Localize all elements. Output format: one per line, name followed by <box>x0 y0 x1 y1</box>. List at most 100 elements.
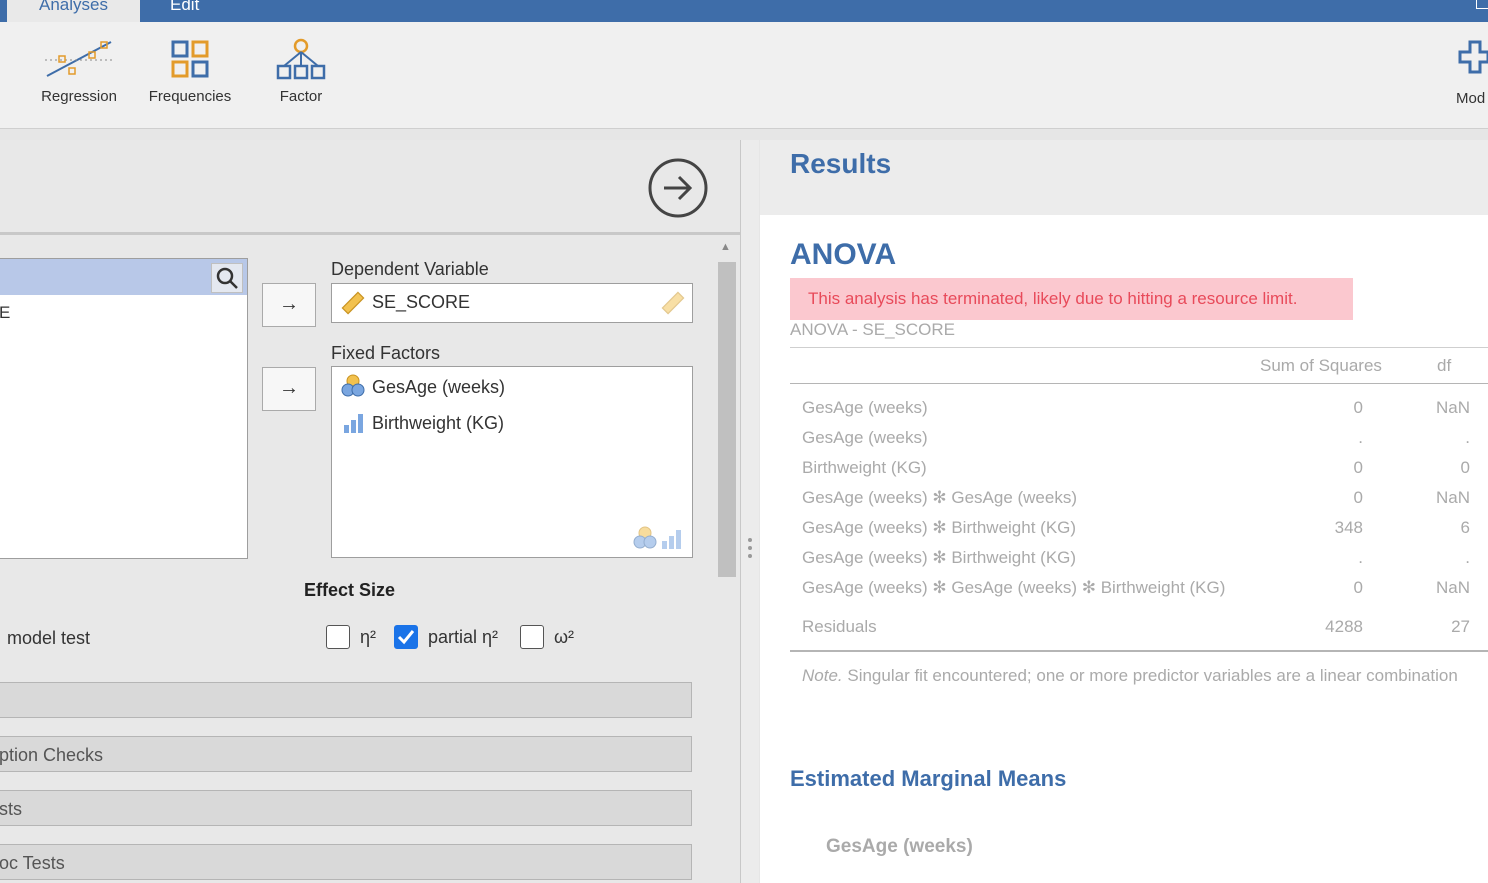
eta-squared-label: η² <box>360 627 377 647</box>
ordinal-icon <box>344 414 363 433</box>
table-header-rule <box>790 383 1488 384</box>
section-model[interactable] <box>0 682 692 718</box>
table-note: Note. Singular fit encountered; one or m… <box>802 666 1458 686</box>
row-term: Residuals <box>802 617 877 636</box>
table-top-rule <box>790 347 1488 348</box>
checkmark-icon <box>397 630 415 645</box>
row-df: 0 <box>1460 458 1470 477</box>
row-df: . <box>1465 428 1470 447</box>
factor-button[interactable]: Factor <box>251 38 351 105</box>
note-label: Note. <box>802 666 843 685</box>
eta-squared-checkbox[interactable] <box>326 625 350 649</box>
anova-title: ANOVA <box>790 238 897 271</box>
continuous-ruler-icon <box>341 291 365 315</box>
row-ss: . <box>1358 428 1363 447</box>
omega-squared-label: ω² <box>554 627 575 647</box>
row-term: GesAge (weeks) <box>802 398 928 417</box>
section-assumption-checks[interactable]: ption Checks <box>0 736 692 772</box>
row-term: GesAge (weeks) ✻ Birthweight (KG) <box>802 548 1077 567</box>
fixed-factors-label: Fixed Factors <box>331 343 441 363</box>
row-term: GesAge (weeks) ✻ GesAge (weeks) ✻ Birthw… <box>802 578 1226 597</box>
note-text: Singular fit encountered; one or more pr… <box>842 666 1458 685</box>
nominal-icon <box>341 374 365 397</box>
row-term: GesAge (weeks) ✻ GesAge (weeks) <box>802 488 1078 507</box>
move-to-fixed-factors-button[interactable]: → <box>262 367 316 411</box>
row-term: GesAge (weeks) <box>802 428 928 447</box>
effect-size-title: Effect Size <box>304 580 396 600</box>
table-row: GesAge (weeks) ✻ GesAge (weeks) ✻ Birthw… <box>790 578 1488 608</box>
row-df: . <box>1465 548 1470 567</box>
table-row: GesAge (weeks) ✻ GesAge (weeks) 0 NaN <box>790 488 1488 518</box>
tab-analyses[interactable]: Analyses <box>7 0 140 22</box>
continuous-type-icon <box>661 291 685 315</box>
frequencies-label: Frequencies <box>148 88 232 105</box>
error-message: This analysis has terminated, likely due… <box>790 278 1353 320</box>
table-row: GesAge (weeks) ✻ Birthweight (KG) 348 6 <box>790 518 1488 548</box>
variable-list-header <box>0 259 247 295</box>
table-row: Birthweight (KG) 0 0 <box>790 458 1488 488</box>
row-term: Birthweight (KG) <box>802 458 927 477</box>
dependent-variable-item[interactable]: SE_SCORE <box>372 292 470 313</box>
tab-edit[interactable]: Edit <box>170 0 199 22</box>
panel-splitter[interactable] <box>741 140 759 883</box>
table-row: GesAge (weeks) . . <box>790 428 1488 458</box>
factor-label: Factor <box>279 88 323 105</box>
factor-icon <box>276 38 326 80</box>
row-ss: 0 <box>1353 488 1363 507</box>
ordinal-type-icon <box>662 530 681 549</box>
dependent-variable-box[interactable]: SE_SCORE <box>331 283 693 323</box>
search-button[interactable] <box>211 263 243 293</box>
modules-label: Mod <box>1456 90 1486 107</box>
frequencies-button[interactable]: Frequencies <box>140 38 240 105</box>
results-title: Results <box>790 148 892 179</box>
table-bottom-rule <box>790 650 1488 652</box>
row-df: NaN <box>1435 398 1470 417</box>
panel-divider <box>0 232 740 235</box>
partial-eta-squared-label: partial η² <box>428 627 499 647</box>
regression-button[interactable]: Regression <box>29 38 129 105</box>
variable-item[interactable]: E <box>0 303 10 323</box>
row-ss: 0 <box>1353 458 1363 477</box>
variable-list[interactable]: E <box>0 258 248 559</box>
plus-icon <box>1458 40 1488 74</box>
modules-button[interactable]: Mod <box>1456 38 1488 108</box>
row-ss: 4288 <box>1325 617 1363 636</box>
row-df: NaN <box>1435 578 1470 597</box>
row-df: 27 <box>1451 617 1470 636</box>
menu-bar <box>0 0 1488 22</box>
fixed-factor-item[interactable]: Birthweight (KG) <box>372 413 504 434</box>
arrow-right-circle-icon <box>648 158 708 218</box>
close-panel-button[interactable] <box>648 158 708 218</box>
fixed-factors-box[interactable]: GesAge (weeks) Birthweight (KG) <box>331 366 693 558</box>
section-post-hoc-tests[interactable]: oc Tests <box>0 844 692 880</box>
row-ss: 0 <box>1353 398 1363 417</box>
omega-squared-checkbox[interactable] <box>520 625 544 649</box>
splitter-grip-icon <box>748 538 752 542</box>
header-df: df <box>1437 356 1452 375</box>
row-term: GesAge (weeks) ✻ Birthweight (KG) <box>802 518 1077 537</box>
row-ss: . <box>1358 548 1363 567</box>
table-caption: ANOVA - SE_SCORE <box>790 320 956 339</box>
section-contrasts[interactable]: sts <box>0 790 692 826</box>
move-to-dependent-button[interactable]: → <box>262 283 316 327</box>
scroll-up-icon[interactable]: ▲ <box>720 241 731 253</box>
header-sum-of-squares: Sum of Squares <box>1260 356 1382 375</box>
dependent-variable-label: Dependent Variable <box>331 259 489 279</box>
row-ss: 348 <box>1334 518 1363 537</box>
fixed-factor-item[interactable]: GesAge (weeks) <box>372 377 505 398</box>
partial-eta-squared-checkbox[interactable] <box>394 625 418 649</box>
row-df: 6 <box>1460 518 1470 537</box>
model-test-label: model test <box>7 628 91 648</box>
splitter-grip-icon <box>748 546 752 550</box>
frequencies-icon <box>171 40 209 78</box>
scrollbar-thumb[interactable] <box>718 262 736 577</box>
window-expand-icon[interactable] <box>1476 0 1488 9</box>
search-icon <box>216 267 238 289</box>
regression-icon <box>45 41 113 77</box>
table-row: GesAge (weeks) ✻ Birthweight (KG) . . <box>790 548 1488 578</box>
emm-title: Estimated Marginal Means <box>790 766 1067 791</box>
row-ss: 0 <box>1353 578 1363 597</box>
table-row: Residuals 4288 27 <box>790 617 1488 647</box>
nominal-type-icon <box>633 526 657 549</box>
table-row: GesAge (weeks) 0 NaN <box>790 398 1488 428</box>
